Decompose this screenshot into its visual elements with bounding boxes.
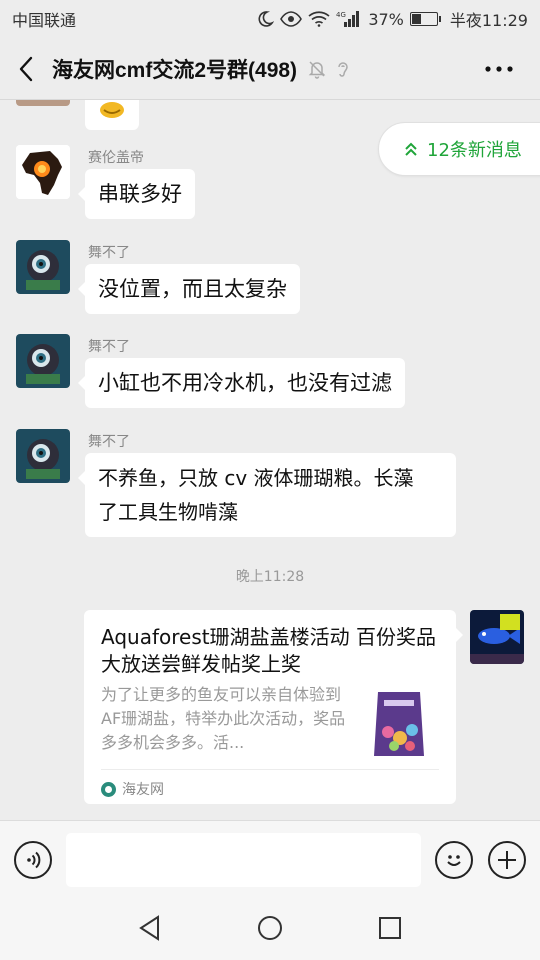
- link-card-divider: [101, 769, 439, 770]
- status-icons: 4G 37% 半夜11:29: [256, 7, 528, 31]
- input-bar: [0, 820, 540, 898]
- diver-avatar-icon: [16, 429, 70, 483]
- nav-back-icon: [139, 915, 159, 941]
- nav-back-button[interactable]: [130, 910, 170, 946]
- voice-icon: [27, 851, 41, 869]
- plus-icon: [498, 851, 516, 869]
- message-text-line: 不养鱼，只放 cv 液体珊瑚粮。长藻: [98, 466, 414, 490]
- battery-percent: 37%: [368, 9, 404, 29]
- link-card-thumbnail: [366, 686, 432, 762]
- link-card-title: Aquaforest珊湖盐盖楼活动 百份奖品大放送尝鲜发帖奖上奖: [101, 625, 436, 676]
- fish-avatar-icon: [470, 610, 524, 664]
- avatar[interactable]: [16, 240, 70, 294]
- double-chevron-up-icon: [405, 142, 417, 156]
- nav-recents-button[interactable]: [370, 910, 410, 946]
- emoji-icon: [447, 855, 461, 866]
- sticker-icon: [100, 102, 124, 118]
- link-card-source: 海友网: [101, 779, 164, 799]
- link-card[interactable]: Aquaforest珊湖盐盖楼活动 百份奖品大放送尝鲜发帖奖上奖 为了让更多的鱼…: [84, 610, 463, 804]
- message-text: 小缸也不用冷水机，也没有过滤: [98, 371, 392, 395]
- previous-message-avatar[interactable]: [16, 100, 70, 106]
- eye-icon: [280, 11, 303, 27]
- system-nav-bar: [0, 898, 540, 960]
- message-text: 没位置，而且太复杂: [98, 277, 287, 301]
- link-card-description: 为了让更多的鱼友可以亲自体验到AF珊湖盐，特举办此次活动，奖品多多机会多多。活.…: [101, 685, 346, 752]
- avatar[interactable]: [16, 145, 70, 199]
- avatar[interactable]: [16, 429, 70, 483]
- message-text: 串联多好: [98, 182, 182, 206]
- time-divider: 晚上11:28: [235, 569, 305, 585]
- status-bar: 中国联通 4G 37% 半夜11:29: [0, 0, 540, 38]
- mute-bell-icon: [308, 60, 326, 79]
- chat-area[interactable]: 12条新消息 赛伦盖帝 串联多好 舞不了 没位置，而且太复杂 舞不了 小缸也不用…: [0, 100, 540, 820]
- back-button[interactable]: [0, 38, 52, 100]
- earphone-icon: [338, 61, 348, 77]
- message-bubble[interactable]: 小缸也不用冷水机，也没有过滤: [78, 358, 405, 408]
- sender-name: 舞不了: [88, 245, 130, 261]
- emoji-button[interactable]: [435, 841, 473, 879]
- nav-recents-icon: [379, 917, 401, 939]
- group-title: 海友网cmf交流2号群(498): [52, 58, 298, 82]
- voice-button[interactable]: [14, 841, 52, 879]
- battery-icon: [409, 12, 441, 26]
- signal-icon: 4G: [336, 10, 362, 28]
- sender-name: 舞不了: [88, 434, 130, 450]
- carrier-name: 中国联通: [12, 11, 77, 30]
- sender-name: 赛伦盖帝: [88, 150, 144, 166]
- sender-name: 舞不了: [88, 339, 130, 355]
- source-logo-icon: [101, 781, 116, 797]
- message-input[interactable]: [66, 833, 421, 887]
- message-bubble[interactable]: 串联多好: [78, 169, 195, 219]
- back-arrow-icon: [19, 56, 33, 81]
- clock: 半夜11:29: [449, 11, 528, 30]
- avatar[interactable]: [16, 334, 70, 388]
- network-type-label: 4G: [336, 11, 346, 19]
- new-messages-label: 12条新消息: [427, 140, 522, 161]
- nav-home-icon: [258, 916, 282, 940]
- message-bubble[interactable]: 没位置，而且太复杂: [78, 264, 300, 314]
- nav-home-button[interactable]: [250, 910, 290, 946]
- more-button[interactable]: [474, 38, 524, 100]
- moon-icon: [256, 10, 275, 28]
- wifi-icon: [308, 11, 330, 27]
- previous-sticker-bubble[interactable]: [85, 100, 139, 130]
- link-card-source-name: 海友网: [122, 782, 164, 798]
- message-bubble[interactable]: 不养鱼，只放 cv 液体珊瑚粮。长藻 了工具生物啃藻: [78, 453, 456, 537]
- self-avatar[interactable]: [470, 610, 524, 664]
- more-icon: [485, 66, 513, 72]
- diver-avatar-icon: [16, 334, 70, 388]
- add-button[interactable]: [488, 841, 526, 879]
- diver-avatar-icon: [16, 240, 70, 294]
- title-status-icons: [307, 59, 353, 79]
- salt-bag-thumbnail-icon: [366, 686, 432, 762]
- africa-sunset-avatar-icon: [16, 145, 70, 199]
- new-messages-pill[interactable]: 12条新消息: [378, 122, 540, 176]
- chat-header: 海友网cmf交流2号群(498): [0, 38, 540, 100]
- message-text-line: 了工具生物啃藻: [98, 500, 238, 524]
